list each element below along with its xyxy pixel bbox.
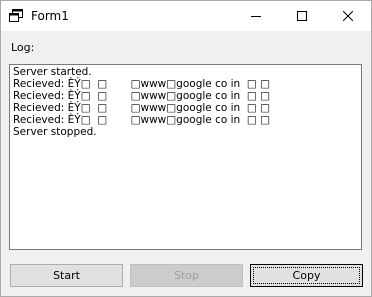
log-textbox[interactable]: Server started. Recieved: ÈÝ□ □ □www□goo… bbox=[9, 64, 362, 250]
maximize-button[interactable] bbox=[279, 1, 325, 31]
main-window: Form1 Log: Server started. Recieved: ÈÝ□… bbox=[0, 0, 372, 297]
app-window-icon bbox=[9, 9, 23, 22]
log-line: Server stopped. bbox=[13, 126, 97, 138]
title-bar[interactable]: Form1 bbox=[1, 1, 371, 31]
log-line: Recieved: ÈÝ□ □ □www□google co in □ □ bbox=[13, 90, 271, 102]
log-line: Server started. bbox=[13, 66, 92, 78]
close-icon bbox=[343, 11, 353, 21]
start-button[interactable]: Start bbox=[10, 264, 123, 287]
log-label: Log: bbox=[11, 41, 35, 54]
focus-ring bbox=[253, 267, 360, 284]
copy-button[interactable]: Copy bbox=[250, 264, 363, 287]
log-line: Recieved: ÈÝ□ □ □www□google co in □ □ bbox=[13, 78, 271, 90]
log-line: Recieved: ÈÝ□ □ □www□google co in □ □ bbox=[13, 102, 271, 114]
close-button[interactable] bbox=[325, 1, 371, 31]
minimize-icon bbox=[251, 11, 261, 21]
stop-button[interactable]: Stop bbox=[130, 264, 243, 287]
minimize-button[interactable] bbox=[233, 1, 279, 31]
maximize-icon bbox=[297, 11, 307, 21]
log-line: Recieved: ÈÝ□ □ □www□google co in □ □ bbox=[13, 114, 271, 126]
window-title: Form1 bbox=[31, 9, 69, 23]
